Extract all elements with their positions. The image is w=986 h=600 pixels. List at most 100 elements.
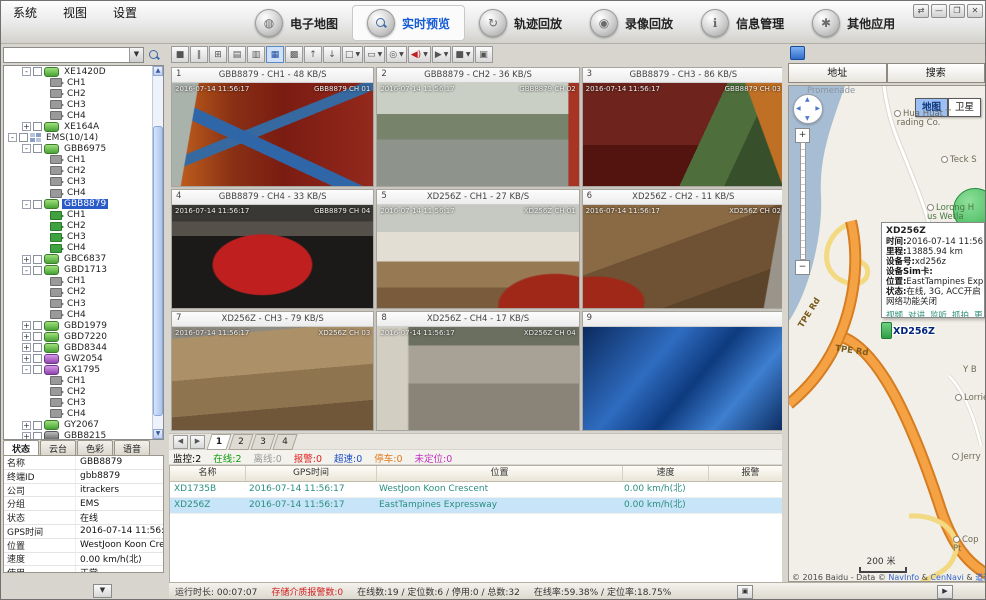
video-feed[interactable]: 2016-07-14 11:56:17XD256Z CH 01 [377, 205, 578, 308]
expand-icon[interactable]: + [22, 354, 31, 363]
tree-item[interactable]: +GBD8344 [4, 342, 163, 353]
tree-item[interactable]: CH1 [4, 77, 163, 88]
expand-icon[interactable]: + [22, 321, 31, 330]
zoom-slider[interactable] [800, 142, 806, 260]
tree-item[interactable]: CH3 [4, 99, 163, 110]
tree-item[interactable]: CH2 [4, 386, 163, 397]
collapse-icon[interactable]: - [22, 365, 31, 374]
video-cell[interactable]: 7XD256Z - CH3 - 79 KB/S2016-07-14 11:56:… [171, 311, 374, 431]
menu-item[interactable]: 系统 [13, 6, 37, 20]
tree-item[interactable]: CH2 [4, 88, 163, 99]
collapse-icon[interactable]: - [8, 133, 17, 142]
column-header[interactable]: 名称 [170, 466, 246, 481]
tree-item[interactable]: CH1 [4, 375, 163, 386]
copyright-part[interactable]: NavInfo [888, 573, 919, 582]
popup-link[interactable]: 对讲 [908, 311, 925, 318]
scrollbar-thumb[interactable] [153, 126, 163, 416]
expand-icon[interactable]: + [22, 122, 31, 131]
video-cell[interactable]: 4GBB8879 - CH4 - 33 KB/S2016-07-14 11:56… [171, 189, 374, 309]
pin-button[interactable]: ⇄ [913, 4, 929, 18]
tree-scrollbar[interactable]: ▲ ▼ [152, 66, 163, 439]
chevron-down-icon[interactable]: ▼ [129, 48, 143, 62]
video-feed[interactable]: 2016-07-14 11:56:17GBB8879 CH 04 [172, 205, 373, 308]
expand-icon[interactable]: + [22, 255, 31, 264]
tree-item[interactable]: -GBD1713 [4, 265, 163, 276]
pan-left-icon[interactable]: ◀ [796, 105, 801, 112]
status-next-icon[interactable]: ▶ [937, 585, 953, 599]
tree-item[interactable]: CH4 [4, 110, 163, 121]
tree-item[interactable]: CH3 [4, 397, 163, 408]
chevron-down-icon[interactable]: ▼ [378, 51, 383, 58]
tree-item[interactable]: +GBD7220 [4, 331, 163, 342]
checkbox[interactable] [33, 200, 42, 209]
page-tab-1[interactable]: 1 [206, 434, 231, 450]
stop-all-button[interactable]: ■▼ [452, 46, 473, 63]
layout-16-button[interactable]: ▩ [285, 46, 303, 63]
column-header[interactable]: 速度 [623, 466, 709, 481]
collapse-icon[interactable]: - [22, 144, 31, 153]
tree-item[interactable]: CH3 [4, 232, 163, 243]
stop-button[interactable]: ■ [171, 46, 189, 63]
table-row[interactable]: XD1735B2016-07-14 11:56:17WestJoon Koon … [170, 482, 786, 498]
checkbox[interactable] [33, 144, 42, 153]
tree-item[interactable]: +GW2054 [4, 353, 163, 364]
video-feed[interactable]: 2016-07-14 11:56:17XD256Z CH 03 [172, 327, 373, 430]
expand-icon[interactable]: + [22, 343, 31, 352]
fullscreen-button[interactable]: □▼ [342, 46, 363, 63]
zoom-in-button[interactable]: + [795, 128, 810, 143]
popup-link[interactable]: 更 [974, 311, 983, 318]
right-splitter[interactable] [782, 44, 787, 599]
page-prev-icon[interactable]: ◀ [173, 435, 188, 449]
column-header[interactable]: 报警 [709, 466, 787, 481]
map-tab-地址[interactable]: 地址 [788, 63, 887, 83]
video-feed[interactable]: 2016-07-14 11:56:17GBB8879 CH 03 [583, 83, 784, 186]
video-cell[interactable]: 6XD256Z - CH2 - 11 KB/S2016-07-14 11:56:… [582, 189, 785, 309]
pause-button[interactable]: ‖ [190, 46, 208, 63]
menu-item[interactable]: 设置 [113, 6, 137, 20]
tree-item[interactable]: CH3 [4, 176, 163, 187]
column-header[interactable]: GPS时间 [246, 466, 377, 481]
video-cell[interactable]: 1GBB8879 - CH1 - 48 KB/S2016-07-14 11:56… [171, 67, 374, 187]
tree-item[interactable]: CH4 [4, 408, 163, 419]
map-tab-搜索[interactable]: 搜索 [887, 63, 986, 83]
snapshot-button[interactable]: ◎▼ [386, 46, 406, 63]
checkbox[interactable] [33, 122, 42, 131]
page-tab-2[interactable]: 2 [228, 434, 253, 450]
expand-icon[interactable]: + [22, 421, 31, 430]
video-cell[interactable]: 9 [582, 311, 785, 431]
pan-right-icon[interactable]: ▶ [815, 105, 820, 112]
expand-icon[interactable]: + [22, 432, 31, 440]
video-cell[interactable]: 2GBB8879 - CH2 - 36 KB/S2016-07-14 11:56… [376, 67, 579, 187]
chevron-down-icon[interactable]: ▼ [399, 51, 404, 58]
video-feed[interactable]: 2016-07-14 11:56:17GBB8879 CH 01 [172, 83, 373, 186]
tree-item[interactable]: CH4 [4, 309, 163, 320]
map-pan-control[interactable]: ▲ ▼ ◀ ▶ [793, 94, 823, 124]
scroll-up-icon[interactable]: ▲ [153, 66, 163, 76]
collapse-icon[interactable]: - [22, 266, 31, 275]
checkbox[interactable] [33, 332, 42, 341]
tree-item[interactable]: +XE164A [4, 121, 163, 132]
page-next-icon[interactable]: ▶ [190, 435, 205, 449]
tree-item[interactable]: CH2 [4, 165, 163, 176]
tree-item[interactable]: CH1 [4, 154, 163, 165]
video-feed[interactable]: 2016-07-14 11:56:17XD256Z CH 02 [583, 205, 784, 308]
video-feed[interactable] [583, 327, 784, 430]
panel-toggle-icon[interactable] [790, 46, 805, 60]
tree-item[interactable]: CH1 [4, 210, 163, 221]
tree-item[interactable]: CH4 [4, 243, 163, 254]
tree-item[interactable]: CH2 [4, 221, 163, 232]
checkbox[interactable] [33, 354, 42, 363]
chevron-down-icon[interactable]: ▼ [466, 51, 471, 58]
tree-item[interactable]: CH4 [4, 188, 163, 199]
page-tab-4[interactable]: 4 [272, 434, 297, 450]
copyright-part[interactable]: 道道通 [975, 573, 986, 582]
nav-live-preview-button[interactable]: 实时预览 [352, 5, 465, 41]
checkbox[interactable] [33, 255, 42, 264]
checkbox[interactable] [33, 321, 42, 330]
tree-item[interactable]: -EMS(10/14) [4, 132, 163, 143]
chevron-down-icon[interactable]: ▼ [444, 51, 449, 58]
video-feed[interactable]: 2016-07-14 11:56:17XD256Z CH 04 [377, 327, 578, 430]
audio-button[interactable]: ◀)▼ [408, 46, 431, 63]
tree-item[interactable]: -GBB6975 [4, 143, 163, 154]
chevron-down-icon[interactable]: ▼ [356, 51, 361, 58]
